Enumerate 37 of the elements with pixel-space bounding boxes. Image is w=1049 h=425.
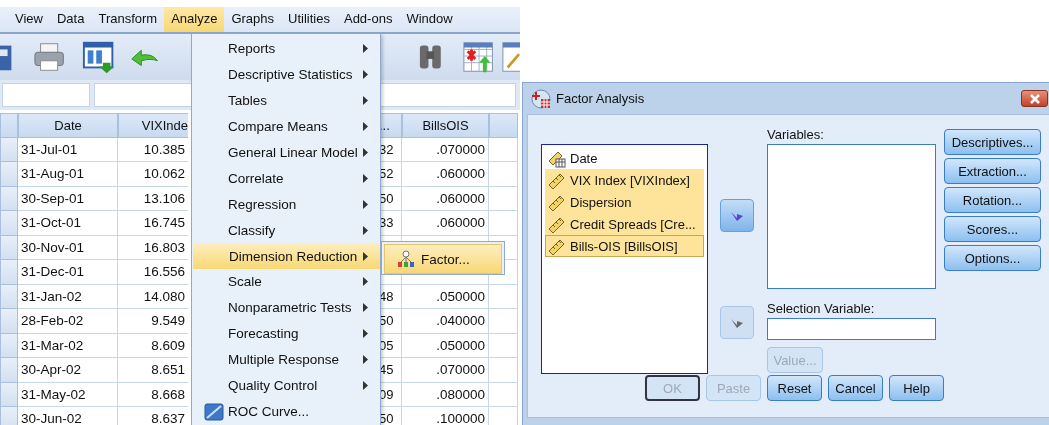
- table-cell: 10.062: [118, 162, 188, 187]
- table-cell: 10.385: [118, 137, 188, 162]
- table-cell: .060000: [402, 211, 489, 236]
- table-cell: 16.556: [118, 260, 188, 285]
- table-cell: .070000: [402, 137, 489, 162]
- table-cell: 30-Nov-01: [18, 235, 118, 260]
- table-cell: 31-Aug-01: [18, 162, 118, 187]
- field-label: Variables:: [767, 127, 825, 144]
- table-cell: .080000: [402, 382, 489, 407]
- table-cell: 8.668: [118, 382, 188, 407]
- table-cell: 31-Oct-01: [18, 211, 118, 236]
- table-cell: .060000: [402, 162, 489, 187]
- table-cell: .050000: [402, 333, 489, 358]
- table-cell: 30-Sep-01: [18, 186, 118, 211]
- table-cell: 8.651: [118, 358, 188, 383]
- table-cell: .100000: [402, 407, 489, 425]
- table-cell: .040000: [402, 309, 489, 334]
- table-cell: 16.803: [118, 235, 188, 260]
- table-cell: 30-Apr-02: [18, 358, 118, 383]
- table-cell: 30-Jun-02: [18, 407, 118, 425]
- table-cell: 14.080: [118, 284, 188, 309]
- window-title: Factor Analysis: [556, 91, 646, 106]
- table-cell: .050000: [402, 284, 489, 309]
- table-cell: 31-Mar-02: [18, 333, 118, 358]
- table-cell: 31-Jul-01: [18, 137, 118, 162]
- table-cell: 28-Feb-02: [18, 309, 118, 334]
- table-cell: 16.745: [118, 211, 188, 236]
- table-cell: 8.637: [118, 407, 188, 425]
- table-cell: 31-May-02: [18, 382, 118, 407]
- table-cell: 31-Jan-02: [18, 284, 118, 309]
- table-cell: 8.609: [118, 333, 188, 358]
- table-cell: 13.106: [118, 186, 188, 211]
- table-cell: 9.549: [118, 309, 188, 334]
- table-cell: 31-Dec-01: [18, 260, 118, 285]
- table-cell: .060000: [402, 186, 489, 211]
- table-cell: .070000: [402, 358, 489, 383]
- field-label: Selection Variable:: [767, 301, 876, 318]
